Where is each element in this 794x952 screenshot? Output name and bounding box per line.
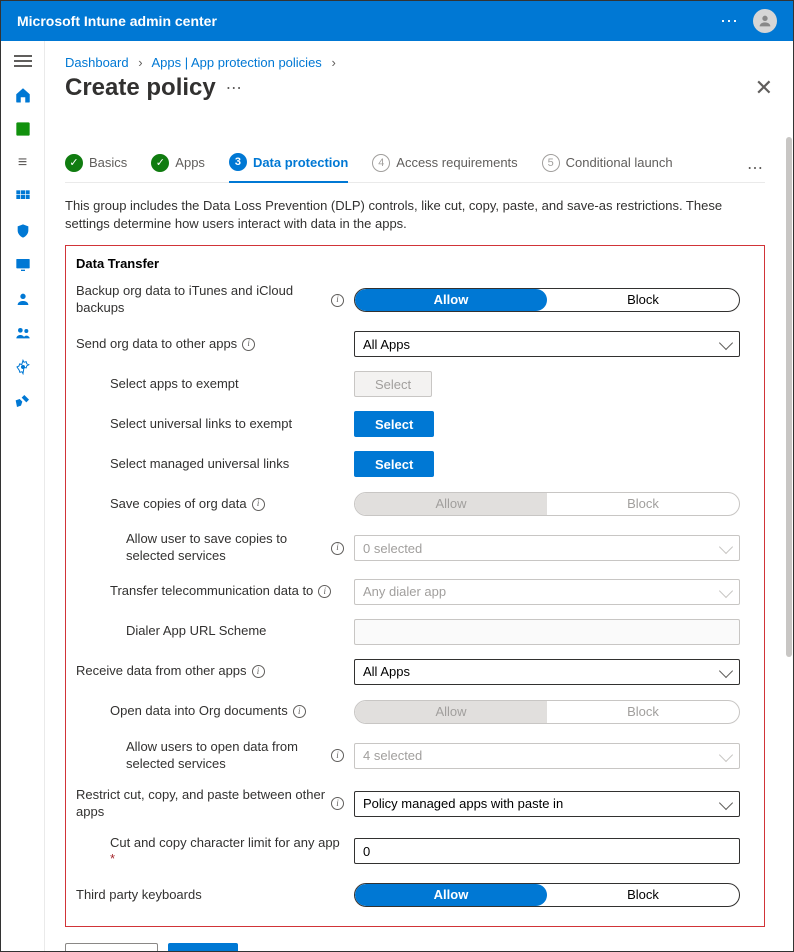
restrict-label: Restrict cut, copy, and paste between ot…: [76, 787, 326, 821]
exempt-select-button: Select: [354, 371, 432, 397]
info-icon[interactable]: i: [252, 665, 265, 678]
chevron-down-icon: [719, 584, 733, 598]
send-select[interactable]: All Apps: [354, 331, 740, 357]
users-icon[interactable]: [9, 319, 37, 347]
info-icon[interactable]: i: [252, 498, 265, 511]
home-icon[interactable]: [9, 81, 37, 109]
opendata-label: Open data into Org documents: [110, 703, 288, 720]
chevron-right-icon: ›: [138, 55, 142, 70]
list-icon[interactable]: ≡: [9, 149, 37, 177]
next-button[interactable]: Next: [168, 943, 238, 951]
info-icon[interactable]: i: [331, 797, 344, 810]
step-conditional-launch[interactable]: 5Conditional launch: [542, 154, 673, 182]
info-icon[interactable]: i: [318, 585, 331, 598]
chevron-down-icon: [719, 664, 733, 678]
section-title: Data Transfer: [76, 256, 750, 271]
thirdparty-toggle[interactable]: Allow Block: [354, 883, 740, 907]
save-to-select: 0 selected: [354, 535, 740, 561]
apps-icon[interactable]: [9, 183, 37, 211]
close-icon[interactable]: ✕: [755, 75, 773, 101]
restrict-select[interactable]: Policy managed apps with paste in: [354, 791, 740, 817]
user-icon[interactable]: [9, 285, 37, 313]
avatar[interactable]: [753, 9, 777, 33]
universal-select-button[interactable]: Select: [354, 411, 434, 437]
monitor-icon[interactable]: [9, 251, 37, 279]
info-icon[interactable]: i: [331, 294, 344, 307]
info-icon[interactable]: i: [331, 542, 344, 555]
info-icon[interactable]: i: [293, 705, 306, 718]
receive-label: Receive data from other apps: [76, 663, 247, 680]
opendata-toggle: Allow Block: [354, 700, 740, 724]
tools-icon[interactable]: [9, 387, 37, 415]
breadcrumb-apps[interactable]: Apps | App protection policies: [151, 55, 321, 70]
previous-button[interactable]: Previous: [65, 943, 158, 951]
charlimit-label: Cut and copy character limit for any app: [110, 835, 340, 850]
dashboard-icon[interactable]: [9, 115, 37, 143]
chevron-down-icon: [719, 540, 733, 554]
telecom-label: Transfer telecommunication data to: [110, 583, 313, 600]
settings-icon[interactable]: [9, 353, 37, 381]
exempt-label: Select apps to exempt: [110, 376, 239, 393]
receive-select[interactable]: All Apps: [354, 659, 740, 685]
check-icon: ✓: [65, 154, 83, 172]
breadcrumb: Dashboard › Apps | App protection polici…: [45, 41, 793, 70]
save-to-label: Allow user to save copies to selected se…: [126, 531, 326, 565]
telecom-select: Any dialer app: [354, 579, 740, 605]
shield-icon[interactable]: [9, 217, 37, 245]
scrollbar[interactable]: [786, 137, 792, 657]
send-label: Send org data to other apps: [76, 336, 237, 353]
page-more-icon[interactable]: ⋯: [226, 78, 242, 98]
step-apps[interactable]: ✓Apps: [151, 154, 205, 182]
info-icon[interactable]: i: [331, 749, 344, 762]
backup-toggle[interactable]: Allow Block: [354, 288, 740, 312]
info-icon[interactable]: i: [242, 338, 255, 351]
app-title: Microsoft Intune admin center: [17, 13, 217, 29]
save-copies-toggle: Allow Block: [354, 492, 740, 516]
page-title: Create policy: [65, 74, 216, 102]
section-description: This group includes the Data Loss Preven…: [65, 197, 765, 233]
managed-links-label: Select managed universal links: [110, 456, 289, 473]
thirdparty-label: Third party keyboards: [76, 887, 202, 904]
breadcrumb-dashboard[interactable]: Dashboard: [65, 55, 129, 70]
openfrom-select: 4 selected: [354, 743, 740, 769]
wizard-more-icon[interactable]: ⋯: [747, 158, 765, 178]
save-copies-label: Save copies of org data: [110, 496, 247, 513]
backup-label: Backup org data to iTunes and iCloud bac…: [76, 283, 326, 317]
topbar-more-icon[interactable]: ⋯: [720, 11, 739, 32]
managed-select-button[interactable]: Select: [354, 451, 434, 477]
chevron-down-icon: [719, 336, 733, 350]
charlimit-input[interactable]: [354, 838, 740, 864]
universal-links-label: Select universal links to exempt: [110, 416, 292, 433]
check-icon: ✓: [151, 154, 169, 172]
step-data-protection[interactable]: 3Data protection: [229, 153, 348, 183]
wizard-steps: ✓Basics ✓Apps 3Data protection 4Access r…: [65, 153, 765, 183]
step-basics[interactable]: ✓Basics: [65, 154, 127, 182]
step-access-requirements[interactable]: 4Access requirements: [372, 154, 517, 182]
data-transfer-section: Data Transfer Backup org data to iTunes …: [65, 245, 765, 927]
chevron-down-icon: [719, 796, 733, 810]
chevron-right-icon: ›: [331, 55, 335, 70]
top-bar: Microsoft Intune admin center ⋯: [1, 1, 793, 41]
menu-icon[interactable]: [9, 47, 37, 75]
dialer-input: [354, 619, 740, 645]
sidebar: ≡: [1, 41, 45, 951]
openfrom-label: Allow users to open data from selected s…: [126, 739, 326, 773]
dialer-label: Dialer App URL Scheme: [126, 623, 266, 640]
chevron-down-icon: [719, 748, 733, 762]
